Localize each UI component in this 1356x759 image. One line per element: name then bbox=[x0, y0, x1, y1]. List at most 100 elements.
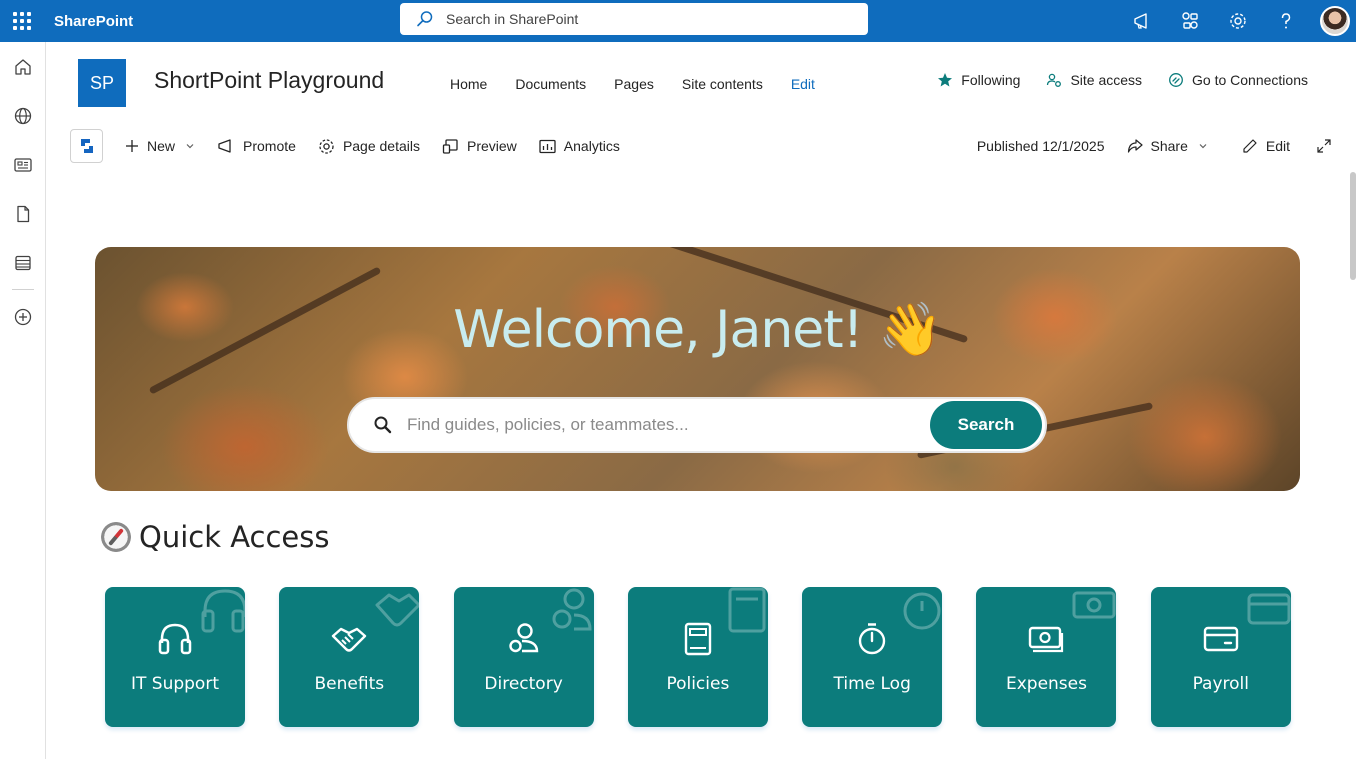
page-details-label: Page details bbox=[342, 138, 420, 154]
shortpoint-logo-icon bbox=[80, 139, 93, 153]
stopwatch-icon bbox=[858, 623, 886, 655]
chevron-down-icon bbox=[1199, 144, 1207, 149]
tile-time-log[interactable]: Time Log bbox=[802, 587, 943, 727]
quick-access-heading: Quick Access bbox=[101, 520, 330, 554]
promote-button[interactable]: Promote bbox=[217, 138, 296, 154]
hero-search-field[interactable]: Find guides, policies, or teammates... S… bbox=[347, 397, 1047, 453]
app-launcher-button[interactable] bbox=[0, 0, 44, 42]
nav-home[interactable]: Home bbox=[436, 72, 501, 96]
connections-icon bbox=[1169, 73, 1183, 87]
shortpoint-button[interactable] bbox=[70, 129, 103, 163]
rail-news[interactable] bbox=[0, 140, 46, 189]
tile-directory[interactable]: Directory bbox=[453, 587, 594, 727]
command-bar: New Promote Page details Preview Analyti… bbox=[70, 128, 1340, 164]
nav-edit[interactable]: Edit bbox=[777, 72, 829, 96]
star-icon bbox=[938, 73, 953, 87]
connections-button[interactable]: Go to Connections bbox=[1168, 72, 1308, 88]
add-circle-icon bbox=[14, 308, 32, 325]
rail-divider bbox=[12, 289, 34, 290]
rail-home[interactable] bbox=[0, 42, 46, 91]
help-button[interactable] bbox=[1262, 0, 1310, 42]
tile-it-support[interactable]: IT Support bbox=[105, 587, 245, 727]
new-button[interactable]: New bbox=[125, 138, 195, 154]
search-placeholder: Search in SharePoint bbox=[446, 11, 579, 27]
new-label: New bbox=[147, 138, 176, 154]
left-rail bbox=[0, 42, 46, 759]
megaphone-icon bbox=[218, 139, 231, 153]
rail-sites[interactable] bbox=[0, 91, 46, 140]
tile-label: Time Log bbox=[833, 674, 911, 694]
quick-access-title: Quick Access bbox=[139, 520, 330, 554]
site-title[interactable]: ShortPoint Playground bbox=[154, 67, 384, 94]
preview-label: Preview bbox=[467, 138, 517, 154]
promote-label: Promote bbox=[243, 138, 296, 154]
analytics-button[interactable]: Analytics bbox=[539, 138, 620, 154]
tile-benefits[interactable]: Benefits bbox=[279, 587, 420, 727]
site-logo[interactable]: SP bbox=[78, 59, 126, 107]
nav-pages[interactable]: Pages bbox=[600, 72, 668, 96]
gear-icon bbox=[1230, 13, 1246, 29]
rail-files[interactable] bbox=[0, 189, 46, 238]
published-status: Published 12/1/2025 bbox=[976, 138, 1105, 154]
plus-icon bbox=[126, 140, 138, 152]
news-icon bbox=[14, 157, 32, 172]
handshake-icon bbox=[332, 627, 367, 652]
rail-lists[interactable] bbox=[0, 238, 46, 287]
tile-label: Expenses bbox=[1005, 674, 1087, 694]
tile-label: Directory bbox=[484, 674, 563, 694]
share-label: Share bbox=[1150, 138, 1188, 154]
compass-icon bbox=[101, 522, 131, 552]
document-icon bbox=[17, 205, 30, 222]
hero-search-button[interactable]: Search bbox=[930, 401, 1042, 449]
people-icon bbox=[508, 623, 538, 653]
search-input[interactable]: Search in SharePoint bbox=[400, 3, 868, 35]
waffle-icon bbox=[13, 12, 31, 30]
edit-label: Edit bbox=[1265, 138, 1290, 154]
gear-icon bbox=[319, 138, 334, 154]
hero-banner: Welcome, Janet! 👋 Find guides, policies,… bbox=[95, 247, 1300, 491]
settings-button[interactable] bbox=[1214, 0, 1262, 42]
people-settings-icon bbox=[1047, 73, 1062, 87]
megaphone-icon bbox=[1134, 13, 1147, 29]
tile-label: IT Support bbox=[130, 674, 219, 694]
globe-icon bbox=[14, 107, 32, 124]
book-icon bbox=[684, 622, 712, 656]
page-scrollbar[interactable] bbox=[1350, 172, 1356, 280]
site-nav: Home Documents Pages Site contents Edit bbox=[436, 72, 829, 96]
site-access-button[interactable]: Site access bbox=[1046, 72, 1142, 88]
tile-payroll[interactable]: Payroll bbox=[1150, 587, 1291, 727]
search-icon bbox=[374, 416, 392, 434]
preview-icon bbox=[442, 138, 458, 154]
avatar[interactable] bbox=[1320, 6, 1350, 36]
preview-button[interactable]: Preview bbox=[442, 138, 517, 155]
following-button[interactable]: Following bbox=[937, 72, 1020, 88]
connections-label: Go to Connections bbox=[1192, 72, 1308, 88]
suite-bar: SharePoint Search in SharePoint bbox=[0, 0, 1356, 42]
edit-button[interactable]: Edit bbox=[1242, 138, 1290, 154]
megaphone-button[interactable] bbox=[1118, 0, 1166, 42]
credit-card-icon bbox=[1203, 626, 1238, 652]
tile-policies[interactable]: Policies bbox=[627, 587, 768, 727]
nav-documents[interactable]: Documents bbox=[501, 72, 600, 96]
page-details-button[interactable]: Page details bbox=[318, 138, 420, 155]
app-switch-button[interactable] bbox=[1166, 0, 1214, 42]
list-icon bbox=[15, 255, 31, 270]
pencil-icon bbox=[1243, 139, 1257, 153]
expand-button[interactable] bbox=[1316, 138, 1340, 154]
tile-expenses[interactable]: Expenses bbox=[976, 587, 1117, 727]
following-label: Following bbox=[961, 72, 1021, 88]
connections-icon bbox=[1182, 12, 1198, 29]
search-icon bbox=[417, 11, 433, 27]
money-icon bbox=[1029, 626, 1064, 653]
share-icon bbox=[1127, 139, 1143, 153]
app-name[interactable]: SharePoint bbox=[54, 13, 133, 30]
nav-site-contents[interactable]: Site contents bbox=[668, 72, 777, 96]
rail-create[interactable] bbox=[0, 292, 46, 341]
home-icon bbox=[15, 58, 31, 75]
tile-label: Policies bbox=[666, 674, 730, 694]
headset-icon bbox=[158, 623, 192, 655]
quick-access-tiles: IT Support Benefits Directory Policies T… bbox=[105, 587, 1325, 727]
share-button[interactable]: Share bbox=[1127, 138, 1208, 154]
analytics-label: Analytics bbox=[563, 138, 620, 154]
expand-icon bbox=[1317, 139, 1331, 153]
